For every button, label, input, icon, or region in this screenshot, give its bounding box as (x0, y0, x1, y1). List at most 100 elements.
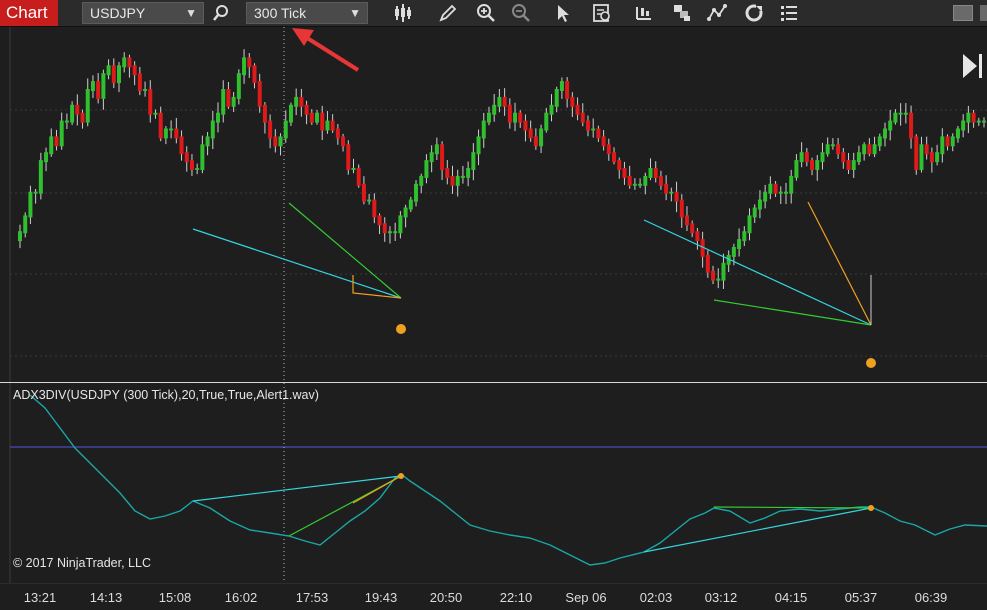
candle-body (252, 65, 257, 84)
indicators-icon[interactable] (706, 2, 728, 24)
candle-body (200, 144, 205, 170)
candle-body (679, 199, 684, 218)
zoom-out-icon[interactable] (510, 2, 532, 24)
signal-dot (396, 324, 406, 334)
copyright-text: © 2017 NinjaTrader, LLC (13, 556, 151, 570)
candle-body (351, 168, 356, 170)
candle-body (596, 128, 601, 139)
instrument-value: USDJPY (90, 5, 146, 21)
candle-body (752, 207, 757, 218)
candle-body (367, 199, 372, 202)
signal-dot (866, 358, 876, 368)
bar-type-icon[interactable] (392, 2, 414, 24)
candle-body (872, 144, 877, 155)
candle-body (955, 128, 960, 139)
candle-body (893, 112, 898, 123)
price-chart[interactable] (0, 27, 987, 382)
instrument-selector[interactable]: USDJPY ▼ (82, 2, 204, 24)
candle-body (75, 104, 80, 115)
candle-body (273, 136, 278, 147)
zoom-in-icon[interactable] (475, 2, 497, 24)
candle-body (763, 191, 768, 202)
templates-icon[interactable] (671, 2, 693, 24)
candle-body (539, 128, 544, 147)
candle-body (742, 231, 747, 242)
properties-icon[interactable] (778, 2, 800, 24)
candle-body (137, 73, 142, 91)
refresh-icon[interactable] (743, 2, 765, 24)
candle-body (231, 96, 236, 107)
candle-body (591, 128, 596, 131)
candle-body (695, 231, 700, 242)
time-axis[interactable]: 13:21 14:13 15:08 16:02 17:53 19:43 20:50 22:10… (0, 583, 987, 610)
candle-body (523, 120, 528, 131)
candle-body (794, 160, 799, 178)
candle-body (96, 81, 101, 99)
candle-body (101, 73, 106, 99)
chart-tab[interactable]: Chart (0, 0, 58, 26)
candle-body (283, 120, 288, 139)
candle-body (242, 57, 247, 76)
search-icon[interactable] (210, 2, 232, 24)
candle-body (575, 104, 580, 115)
candle-body (335, 128, 340, 139)
time-axis-label: 03:12 (704, 590, 738, 605)
play-icon[interactable] (961, 52, 985, 80)
candle-body (789, 175, 794, 194)
candle-body (346, 144, 351, 170)
candle-body (513, 112, 518, 123)
adx-chart[interactable] (0, 383, 987, 583)
candle-body (419, 175, 424, 186)
candle-body (492, 104, 497, 115)
candle-body (638, 183, 643, 186)
data-box-icon[interactable] (591, 2, 613, 24)
indicator-panel[interactable] (0, 383, 987, 583)
price-panel[interactable] (0, 27, 987, 382)
candle-body (210, 120, 215, 139)
time-axis-label: 13:21 (23, 590, 57, 605)
candle-body (820, 152, 825, 163)
candle-body (445, 168, 450, 178)
candle-body (632, 183, 637, 186)
candle-body (440, 144, 445, 170)
candle-body (189, 160, 194, 170)
candle-body (221, 89, 226, 115)
candle-body (929, 152, 934, 163)
candle-body (664, 183, 669, 194)
candle-body (533, 136, 538, 147)
candle-body (466, 168, 471, 178)
time-axis-label: 16:02 (224, 590, 258, 605)
divergence-line-green (713, 506, 872, 509)
candle-body (966, 112, 971, 123)
window-button-partial[interactable] (980, 5, 987, 21)
signal-dot (868, 505, 874, 511)
candle-body (169, 128, 174, 131)
candle-body (528, 128, 533, 139)
candle-body (643, 175, 648, 186)
candle-body (841, 152, 846, 163)
candle-body (731, 247, 736, 257)
strategies-icon[interactable] (633, 2, 655, 24)
time-axis-label: 15:08 (158, 590, 192, 605)
candle-body (70, 104, 75, 123)
candle-body (320, 112, 325, 131)
candle-body (888, 120, 893, 131)
candle-body (502, 96, 507, 107)
window-button[interactable] (953, 5, 973, 21)
candle-body (882, 128, 887, 139)
toolbar: Chart USDJPY ▼ 300 Tick ▼ (0, 0, 987, 27)
candle-body (111, 65, 116, 84)
candle-body (268, 120, 273, 139)
pointer-icon[interactable] (552, 2, 574, 24)
candle-body (867, 144, 872, 155)
draw-pencil-icon[interactable] (437, 2, 459, 24)
chevron-down-icon: ▼ (185, 6, 197, 20)
candle-body (398, 215, 403, 234)
candle-body (315, 112, 320, 123)
candle-body (914, 136, 919, 170)
candle-body (804, 152, 809, 163)
candle-body (773, 183, 778, 194)
time-axis-label: 17:53 (295, 590, 329, 605)
candle-body (356, 168, 361, 186)
candle-body (862, 144, 867, 155)
